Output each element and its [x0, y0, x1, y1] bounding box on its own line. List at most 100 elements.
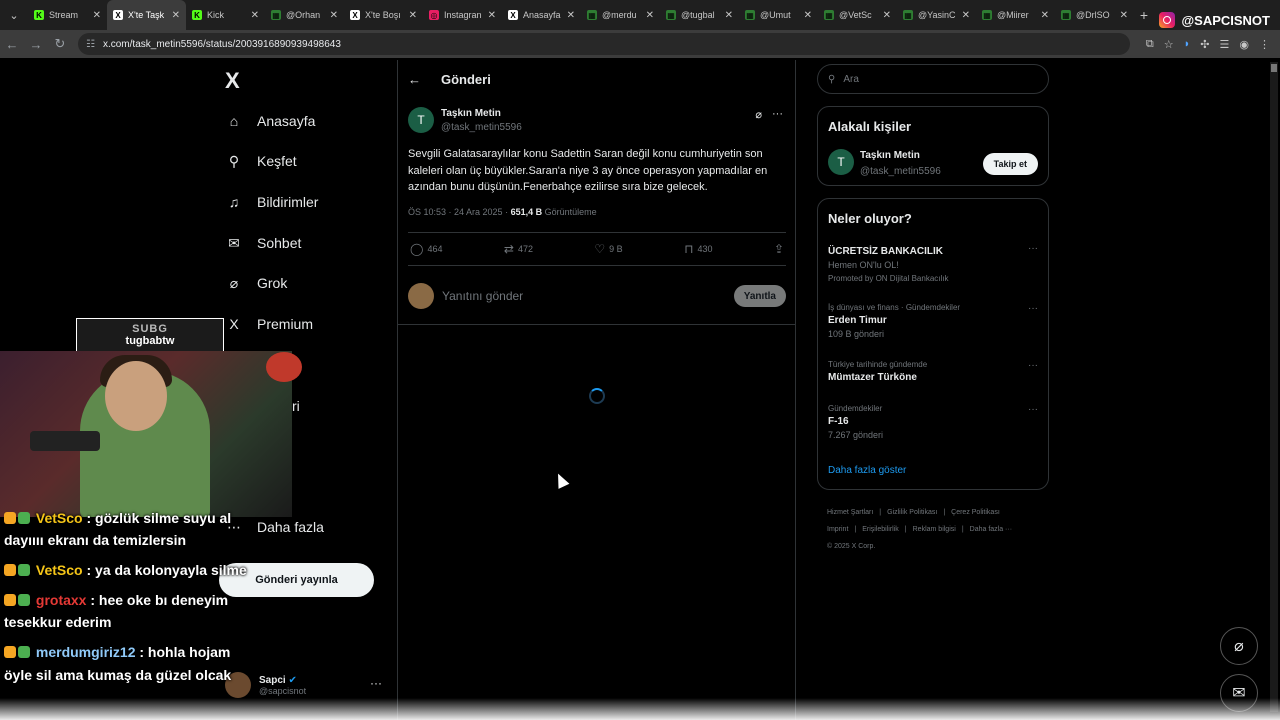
- tab-title: @Umut: [760, 10, 791, 20]
- repost-button[interactable]: ⇄ 472: [504, 242, 533, 256]
- back-arrow-icon[interactable]: ←: [408, 72, 421, 87]
- footer-link[interactable]: Daha fazla ···: [970, 526, 1012, 533]
- browser-tab[interactable]: ▦ @DrlSO ✕: [1055, 0, 1134, 30]
- tab-title: Kick: [207, 10, 225, 20]
- nav-item-6[interactable]: X Premium: [225, 315, 313, 333]
- browser-tab[interactable]: ▦ @merdu ✕: [581, 0, 660, 30]
- browser-tab[interactable]: ▦ @Umut ✕: [739, 0, 818, 30]
- more-icon[interactable]: ···: [772, 108, 783, 121]
- trend-item[interactable]: ÜCRETSİZ BANKACILIK Hemen ON'lu OL! Promot…: [828, 243, 1038, 283]
- search-input[interactable]: ⚲ Ara: [817, 64, 1049, 94]
- chat-username: VetSco: [35, 510, 83, 526]
- bookmark-star-icon[interactable]: ☆: [1164, 38, 1174, 51]
- grok-icon[interactable]: ⌀: [755, 108, 762, 121]
- more-icon[interactable]: ···: [1028, 404, 1038, 415]
- tab-search-icon[interactable]: ⌄: [0, 0, 28, 30]
- close-icon[interactable]: ✕: [409, 10, 417, 21]
- browser-tab[interactable]: ◎ Instagran ✕: [423, 0, 502, 30]
- tab-favicon-icon: ▦: [824, 10, 834, 20]
- close-icon[interactable]: ✕: [1041, 10, 1049, 21]
- close-icon[interactable]: ✕: [172, 10, 180, 21]
- footer-link[interactable]: Reklam bilgisi: [913, 526, 956, 533]
- views-label: Görüntüleme: [542, 207, 597, 217]
- watermark-text: @SAPCISNOT: [1181, 12, 1270, 28]
- trend-title: ÜCRETSİZ BANKACILIK: [828, 246, 943, 257]
- scrollbar[interactable]: [1270, 62, 1278, 712]
- more-icon[interactable]: ···: [1028, 360, 1038, 371]
- back-arrow-icon[interactable]: ←: [0, 32, 24, 56]
- browser-tab[interactable]: K Kick ✕: [186, 0, 265, 30]
- reload-icon[interactable]: ↻: [48, 32, 72, 56]
- browser-tab[interactable]: ▦ @YasinC ✕: [897, 0, 976, 30]
- related-handle[interactable]: @task_metin5596: [860, 166, 941, 177]
- trend-item[interactable]: Türkiye tarihinde gündemde Mümtazer Türkö…: [828, 360, 1038, 383]
- related-avatar[interactable]: T: [828, 149, 854, 175]
- follow-button[interactable]: Takip et: [982, 153, 1038, 175]
- author-handle[interactable]: @task_metin5596: [441, 122, 522, 133]
- browser-tab[interactable]: X X'te Boşı ✕: [344, 0, 423, 30]
- nav-item-1[interactable]: ⌂ Anasayfa: [225, 112, 316, 130]
- browser-tab[interactable]: X X'te Taşk ✕: [107, 0, 186, 30]
- extension-icon[interactable]: ◗: [1184, 38, 1191, 50]
- footer-link[interactable]: Imprint: [827, 526, 848, 533]
- like-button[interactable]: ♡ 9 B: [594, 242, 622, 256]
- bookmark-button[interactable]: ⊓ 430: [684, 242, 712, 256]
- close-icon[interactable]: ✕: [93, 10, 101, 21]
- footer-link[interactable]: Erişilebilirlik: [862, 526, 899, 533]
- grok-fab-button[interactable]: ⌀: [1220, 627, 1258, 665]
- tab-strip: K Stream ✕ X X'te Taşk ✕ K Kick ✕ ▦ @Orhan ✕ X X'te B…: [28, 0, 1134, 30]
- footer-link[interactable]: Gizlilik Politikası: [887, 509, 937, 516]
- nav-item-label: Keşfet: [257, 153, 297, 169]
- nav-item-2[interactable]: ⚲ Keşfet: [225, 152, 297, 170]
- post-time[interactable]: ÖS 10:53 · 24 Ara 2025 ·: [408, 207, 511, 217]
- media-icon[interactable]: ☰: [1220, 38, 1230, 51]
- footer-link[interactable]: Hizmet Şartları: [827, 509, 873, 516]
- forward-arrow-icon[interactable]: →: [24, 32, 48, 56]
- reply-button[interactable]: ◯ 464: [410, 242, 442, 256]
- share-button[interactable]: ⇪: [774, 242, 784, 256]
- footer-link[interactable]: Çerez Politikası: [951, 509, 1000, 516]
- puzzle-icon[interactable]: ✣: [1200, 38, 1209, 51]
- close-icon[interactable]: ✕: [725, 10, 733, 21]
- more-icon[interactable]: ···: [370, 676, 382, 690]
- trend-item[interactable]: Gündemdekiler F-16 7.267 gönderi ···: [828, 404, 1038, 440]
- show-more-link[interactable]: Daha fazla göster: [828, 465, 906, 476]
- close-icon[interactable]: ✕: [962, 10, 970, 21]
- author-name[interactable]: Taşkın Metin: [441, 108, 501, 119]
- x-logo[interactable]: X: [225, 68, 240, 94]
- nav-item-4[interactable]: ✉ Sohbet: [225, 234, 301, 252]
- footer-link[interactable]: © 2025 X Corp.: [827, 543, 875, 550]
- reply-input[interactable]: Yanıtını gönder: [442, 289, 734, 303]
- close-icon[interactable]: ✕: [330, 10, 338, 21]
- close-icon[interactable]: ✕: [646, 10, 654, 21]
- more-icon[interactable]: ···: [1028, 243, 1038, 254]
- reply-submit-button[interactable]: Yanıtla: [733, 285, 786, 307]
- close-icon[interactable]: ✕: [883, 10, 891, 21]
- chat-message: merdumgiriz12 : hohla hojam: [4, 641, 274, 663]
- scrollbar-thumb[interactable]: [1271, 64, 1277, 72]
- browser-tab[interactable]: ▦ @Miirer ✕: [976, 0, 1055, 30]
- close-icon[interactable]: ✕: [488, 10, 496, 21]
- close-icon[interactable]: ✕: [567, 10, 575, 21]
- trend-item[interactable]: İş dünyası ve finans · Gündemdekiler Erde…: [828, 303, 1038, 339]
- install-icon[interactable]: ⧉: [1146, 38, 1154, 51]
- browser-tab[interactable]: K Stream ✕: [28, 0, 107, 30]
- profile-icon[interactable]: ◉: [1239, 38, 1249, 51]
- new-tab-button[interactable]: +: [1134, 7, 1154, 23]
- related-name[interactable]: Taşkın Metin: [860, 150, 920, 161]
- browser-tab[interactable]: ▦ @Orhan ✕: [265, 0, 344, 30]
- tab-favicon-icon: ▦: [745, 10, 755, 20]
- browser-tab[interactable]: ▦ @VetSc ✕: [818, 0, 897, 30]
- more-icon[interactable]: ···: [1028, 303, 1038, 314]
- close-icon[interactable]: ✕: [251, 10, 259, 21]
- browser-tab[interactable]: X Anasayfa ✕: [502, 0, 581, 30]
- nav-item-5[interactable]: ⌀ Grok: [225, 274, 288, 292]
- site-info-icon[interactable]: ☷: [86, 39, 95, 50]
- url-field[interactable]: ☷ x.com/task_metin5596/status/2003916890…: [78, 33, 1130, 55]
- close-icon[interactable]: ✕: [804, 10, 812, 21]
- close-icon[interactable]: ✕: [1120, 10, 1128, 21]
- author-avatar[interactable]: T: [408, 107, 434, 133]
- browser-menu-icon[interactable]: ⋮: [1259, 38, 1270, 51]
- nav-item-3[interactable]: ♫ Bildirimler: [225, 193, 319, 211]
- browser-tab[interactable]: ▦ @tugbal ✕: [660, 0, 739, 30]
